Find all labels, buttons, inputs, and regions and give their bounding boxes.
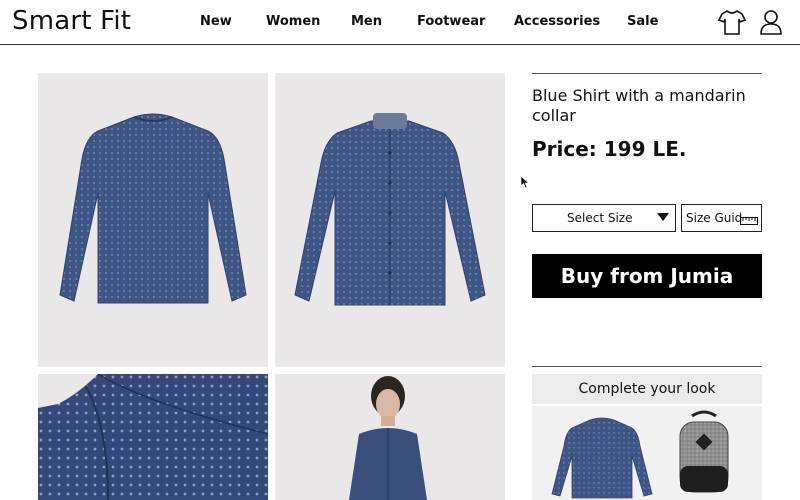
- user-icon[interactable]: [758, 8, 784, 40]
- nav-item-footwear[interactable]: Footwear: [417, 14, 485, 29]
- product-price: Price: 199 LE.: [532, 137, 687, 161]
- collar-closeup-image: [38, 374, 268, 500]
- caret-down-icon: [657, 213, 669, 221]
- model-wearing-shirt-image: [349, 376, 427, 500]
- shirt-open-image: [294, 113, 486, 306]
- product-image-model[interactable]: [275, 374, 505, 500]
- product-image-open[interactable]: [275, 73, 505, 367]
- product-title: Blue Shirt with a mandarin collar: [532, 86, 746, 125]
- buy-from-jumia-button[interactable]: Buy from Jumia: [532, 254, 762, 298]
- top-divider: [532, 73, 762, 74]
- complete-look-divider: [532, 366, 762, 367]
- main-nav: New Women Men Footwear Accessories Sale: [0, 14, 800, 34]
- nav-item-women[interactable]: Women: [266, 14, 320, 29]
- size-guide-button[interactable]: Size Guid: [681, 204, 762, 232]
- size-select[interactable]: Select Size: [532, 204, 676, 232]
- shirt-front-image: [59, 113, 247, 304]
- product-image-front[interactable]: [38, 73, 268, 367]
- look-item-backpack[interactable]: [679, 410, 729, 493]
- complete-look-title: Complete your look: [532, 374, 762, 404]
- mouse-cursor-icon: [520, 174, 530, 193]
- look-item-shirt[interactable]: [551, 417, 653, 499]
- tshirt-icon[interactable]: [717, 8, 747, 40]
- nav-item-sale[interactable]: Sale: [627, 14, 658, 29]
- complete-look-panel: [532, 406, 762, 500]
- product-image-detail[interactable]: [38, 374, 268, 500]
- size-select-label: Select Size: [567, 211, 633, 225]
- ruler-icon: [740, 214, 758, 228]
- size-guide-label: Size Guid: [686, 211, 743, 225]
- site-header: Smart Fit New Women Men Footwear Accesso…: [0, 0, 800, 45]
- nav-item-new[interactable]: New: [200, 14, 232, 29]
- nav-item-men[interactable]: Men: [351, 14, 382, 29]
- complete-look-items: [551, 410, 729, 499]
- nav-item-accessories[interactable]: Accessories: [514, 14, 600, 29]
